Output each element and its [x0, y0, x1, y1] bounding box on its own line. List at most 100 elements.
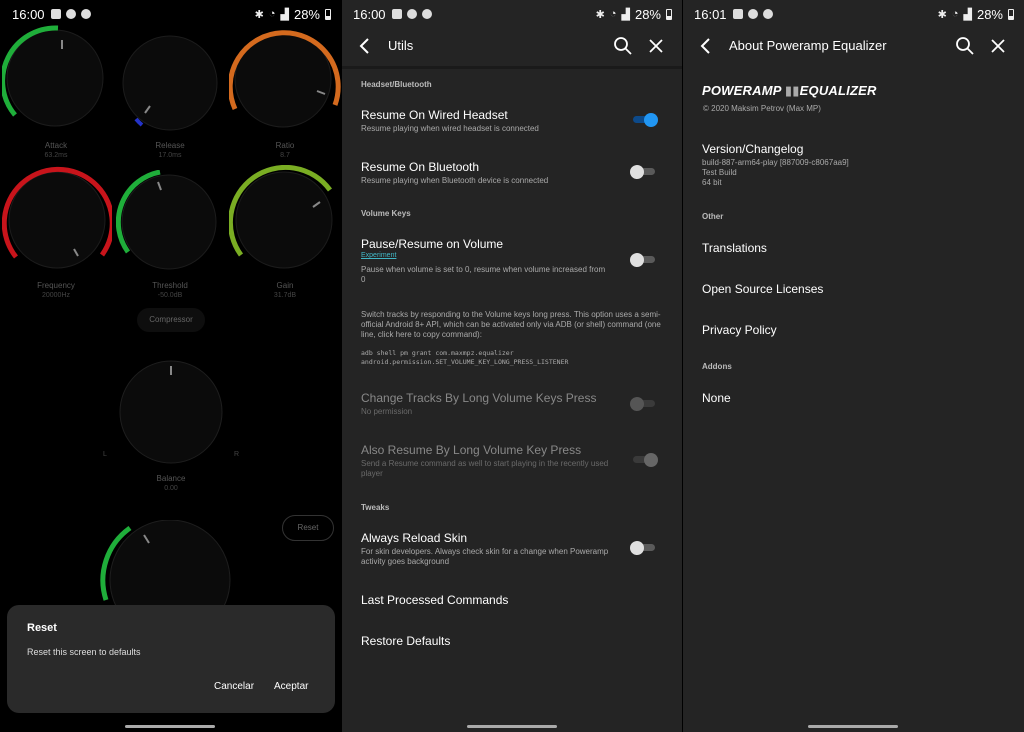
adb-command-line2[interactable]: android.permission.SET_VOLUME_KEY_LONG_P…: [361, 358, 568, 367]
reload-skin-subtitle: For skin developers. Always check skin f…: [361, 547, 609, 566]
also-resume-switch: [633, 453, 658, 467]
signal-icon: ▟: [963, 8, 972, 21]
close-icon[interactable]: [646, 36, 666, 56]
reload-skin-title[interactable]: Always Reload Skin: [361, 531, 467, 545]
close-icon[interactable]: [988, 36, 1008, 56]
bluetooth-icon: ✱: [595, 8, 605, 21]
section-volume-keys: Volume Keys: [361, 209, 411, 218]
pause-volume-title[interactable]: Pause/Resume on Volume: [361, 237, 503, 251]
signal-icon: ▟: [621, 8, 630, 21]
frequency-knob[interactable]: [2, 165, 112, 275]
back-arrow-icon[interactable]: [355, 36, 375, 56]
threshold-value: -50.0dB: [157, 292, 183, 299]
change-tracks-title: Change Tracks By Long Volume Keys Press: [361, 391, 597, 405]
privacy-policy-item[interactable]: Privacy Policy: [702, 323, 777, 337]
status-time: 16:00: [12, 6, 45, 22]
reset-button[interactable]: Reset: [282, 515, 334, 541]
copyright-text: © 2020 Maksim Petrov (Max MP): [703, 104, 821, 113]
utils-screen: 16:00 ✱ ◔ ▟ 28% Utils Headset/Bluetooth …: [341, 0, 682, 732]
reset-dialog-message: Reset this screen to defaults: [27, 647, 141, 657]
ratio-value: 8.7: [280, 152, 290, 159]
reload-skin-switch[interactable]: [630, 541, 655, 555]
section-other: Other: [702, 212, 724, 221]
resume-wired-subtitle: Resume playing when wired headset is con…: [361, 124, 539, 133]
battery-icon: [666, 8, 672, 20]
also-resume-title: Also Resume By Long Volume Key Press: [361, 443, 582, 457]
threshold-label: Threshold: [152, 281, 188, 290]
app-bar-divider: [341, 66, 682, 69]
compressor-toggle-button[interactable]: Compressor: [137, 308, 205, 332]
status-bar: 16:00 ✱ ◔ ▟ 28%: [0, 0, 341, 28]
resume-bluetooth-title[interactable]: Resume On Bluetooth: [361, 160, 479, 174]
about-screen: 16:01 ✱ ◔ ▟ 28% About Poweramp Equalizer…: [682, 0, 1024, 732]
pause-volume-switch[interactable]: [630, 253, 655, 267]
wifi-icon: ◔: [609, 8, 617, 20]
experiment-badge[interactable]: Experiment: [361, 252, 396, 259]
balance-label: Balance: [156, 474, 186, 483]
resume-bluetooth-subtitle: Resume playing when Bluetooth device is …: [361, 176, 549, 185]
attack-value: 63.2ms: [44, 152, 68, 159]
signal-icon: ▟: [280, 8, 289, 21]
gain-label: Gain: [276, 281, 294, 290]
search-icon[interactable]: [613, 36, 633, 56]
battery-percent: 28%: [634, 6, 661, 22]
home-indicator[interactable]: [125, 725, 215, 728]
translations-item[interactable]: Translations: [702, 241, 767, 255]
version-bits: 64 bit: [702, 178, 722, 187]
compressor-screen: 16:00 ✱ ◔ ▟ 28% Attack 63.2ms Release 17…: [0, 0, 341, 732]
app-bar: Utils: [341, 28, 682, 66]
notification-icon: [80, 9, 91, 19]
bluetooth-icon: ✱: [254, 8, 264, 21]
status-time: 16:01: [694, 6, 727, 22]
notification-icon: [65, 9, 76, 19]
balance-left-label: L: [103, 451, 107, 458]
app-bar: About Poweramp Equalizer: [682, 28, 1024, 66]
also-resume-subtitle: Send a Resume command as well to start p…: [361, 459, 609, 478]
balance-value: 0.00: [164, 485, 178, 492]
restore-defaults-item[interactable]: Restore Defaults: [361, 634, 450, 648]
notification-icon: [406, 9, 417, 19]
gain-knob[interactable]: [229, 165, 339, 275]
wifi-icon: ◔: [268, 8, 276, 20]
frequency-value: 20000Hz: [41, 292, 71, 299]
last-commands-item[interactable]: Last Processed Commands: [361, 593, 508, 607]
threshold-knob[interactable]: [116, 170, 222, 274]
release-label: Release: [155, 141, 185, 150]
battery-percent: 28%: [976, 6, 1003, 22]
notification-icon: [747, 9, 758, 19]
resume-wired-title[interactable]: Resume On Wired Headset: [361, 108, 508, 122]
adb-command-line1[interactable]: adb shell pm grant com.maxmpz.equalizer: [361, 349, 514, 358]
pause-volume-subtitle: Pause when volume is set to 0, resume wh…: [361, 265, 606, 284]
resume-wired-switch[interactable]: [633, 113, 658, 127]
frequency-label: Frequency: [37, 281, 75, 290]
reset-dialog-title: Reset: [27, 622, 57, 634]
ratio-label: Ratio: [275, 141, 295, 150]
back-arrow-icon[interactable]: [696, 36, 716, 56]
ratio-knob[interactable]: [229, 25, 341, 133]
balance-right-label: R: [234, 451, 240, 458]
section-headset-bluetooth: Headset/Bluetooth: [361, 80, 432, 89]
search-icon[interactable]: [955, 36, 975, 56]
battery-icon: [325, 8, 331, 20]
resume-bluetooth-switch[interactable]: [630, 165, 655, 179]
notification-icon: [762, 9, 773, 19]
reset-dialog: Reset Reset this screen to defaults Canc…: [7, 605, 335, 713]
version-build: build-887-arm64-play [887009-c8067aa9]: [702, 158, 849, 167]
release-knob[interactable]: [120, 33, 220, 133]
change-tracks-subtitle: No permission: [361, 407, 413, 416]
volume-keys-info[interactable]: Switch tracks by responding to the Volum…: [361, 310, 661, 340]
version-changelog-item[interactable]: Version/Changelog: [702, 142, 803, 156]
balance-knob[interactable]: [117, 358, 225, 466]
bluetooth-icon: ✱: [937, 8, 947, 21]
attack-label: Attack: [44, 141, 68, 150]
cancel-button[interactable]: Cancelar: [214, 681, 254, 692]
accept-button[interactable]: Aceptar: [274, 681, 308, 692]
attack-knob[interactable]: [2, 25, 108, 131]
home-indicator[interactable]: [808, 725, 898, 728]
battery-icon: [1008, 8, 1014, 20]
release-value: 17.0ms: [158, 152, 182, 159]
home-indicator[interactable]: [467, 725, 557, 728]
notification-icon: [421, 9, 432, 19]
status-time: 16:00: [353, 6, 386, 22]
open-source-licenses-item[interactable]: Open Source Licenses: [702, 282, 823, 296]
